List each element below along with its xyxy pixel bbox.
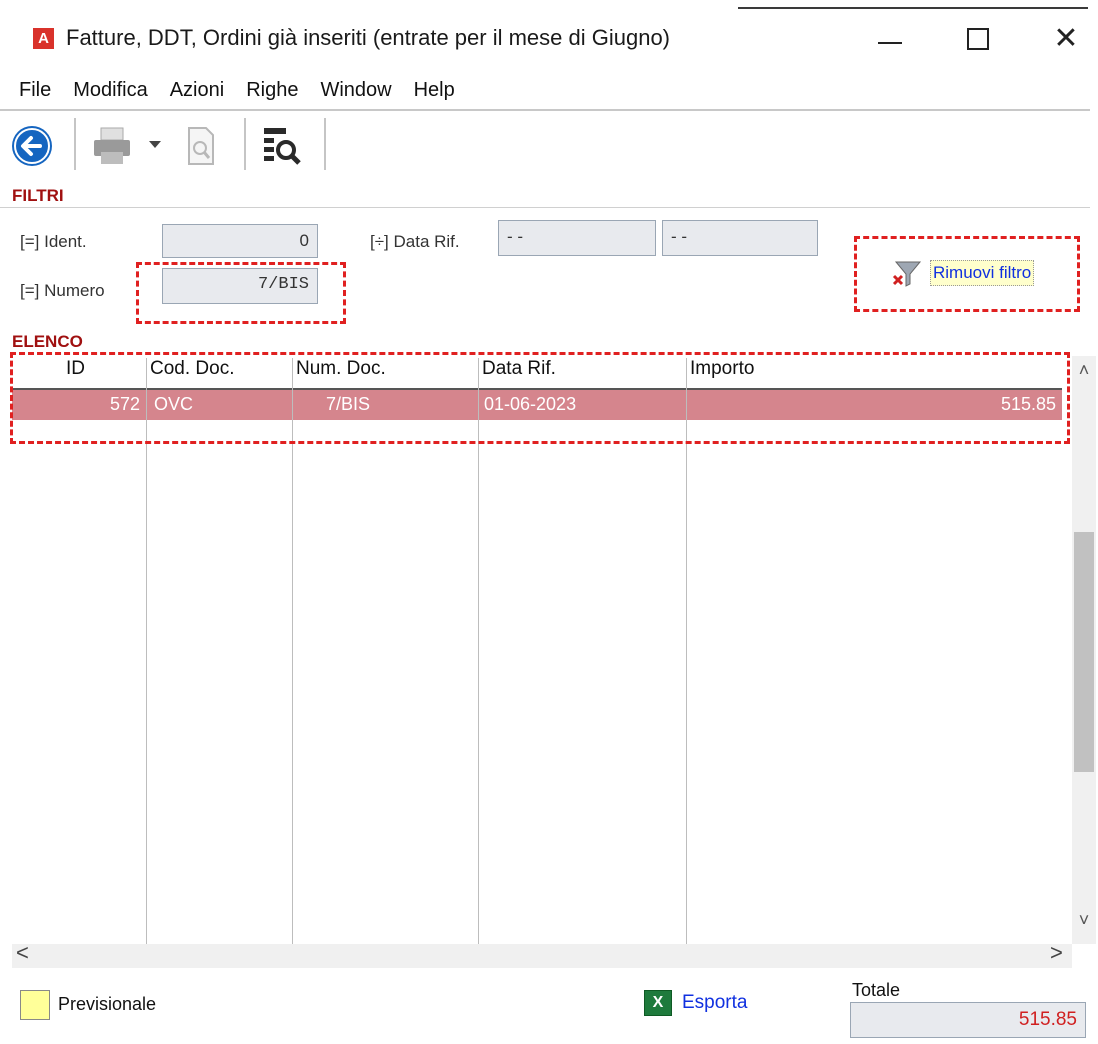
scroll-left-icon[interactable]: < (16, 940, 29, 966)
legend-label: Previsionale (58, 994, 157, 1014)
title-bar-edge (738, 7, 1088, 9)
vertical-scroll-thumb[interactable] (1074, 532, 1094, 772)
column-divider (292, 358, 293, 968)
menu-righe[interactable]: Righe (224, 72, 298, 108)
printer-icon[interactable] (92, 126, 132, 166)
maximize-button[interactable] (948, 16, 1008, 62)
toolbar (0, 112, 1098, 178)
menu-bar: File Modifica Azioni Righe Window Help (0, 72, 1098, 108)
ident-field[interactable]: 0 (162, 224, 318, 258)
search-list-icon[interactable] (262, 126, 302, 166)
print-preview-icon[interactable] (186, 126, 216, 166)
scroll-right-icon[interactable]: > (1050, 940, 1063, 966)
legend-swatch (20, 990, 50, 1020)
back-arrow-icon[interactable] (10, 124, 54, 168)
total-label: Totale (852, 980, 901, 1000)
menu-window[interactable]: Window (298, 72, 391, 108)
menu-divider (0, 109, 1090, 111)
horizontal-scrollbar[interactable] (12, 944, 1072, 968)
export-label[interactable]: Esporta (682, 992, 747, 1014)
menu-modifica[interactable]: Modifica (51, 72, 147, 108)
row-highlight (10, 352, 1070, 444)
toolbar-separator (74, 118, 76, 170)
remove-filter-highlight (854, 236, 1080, 312)
list-section-label: ELENCO (12, 332, 83, 351)
column-divider (146, 358, 147, 968)
maximize-icon (967, 28, 989, 50)
toolbar-separator (244, 118, 246, 170)
menu-file[interactable]: File (0, 72, 51, 108)
results-grid (12, 356, 1062, 968)
column-divider (686, 358, 687, 968)
date-from-field[interactable]: - - (498, 220, 656, 256)
total-field: 515.85 (850, 1002, 1086, 1038)
numero-highlight (136, 262, 346, 324)
menu-azioni[interactable]: Azioni (148, 72, 224, 108)
column-divider (478, 358, 479, 968)
dropdown-arrow-icon[interactable] (148, 140, 162, 150)
menu-help[interactable]: Help (392, 72, 455, 108)
window-title: Fatture, DDT, Ordini già inseriti (entra… (66, 25, 671, 50)
date-to-field[interactable]: - - (662, 220, 818, 256)
toolbar-separator (324, 118, 326, 170)
excel-icon: X (644, 990, 672, 1016)
ident-label: [=] Ident. (20, 232, 87, 251)
filters-divider (0, 207, 1090, 208)
numero-label: [=] Numero (20, 281, 105, 300)
scroll-up-icon[interactable]: ˄ (1074, 360, 1094, 384)
close-button[interactable]: ✕ (1036, 16, 1096, 62)
scroll-down-icon[interactable]: ˅ (1074, 910, 1094, 934)
export-button[interactable]: X Esporta (644, 990, 747, 1016)
minimize-icon (878, 42, 902, 44)
minimize-button[interactable] (860, 16, 920, 62)
app-icon: A (33, 28, 54, 49)
filters-section-label: FILTRI (12, 186, 64, 205)
data-rif-label: [÷] Data Rif. (370, 232, 460, 251)
